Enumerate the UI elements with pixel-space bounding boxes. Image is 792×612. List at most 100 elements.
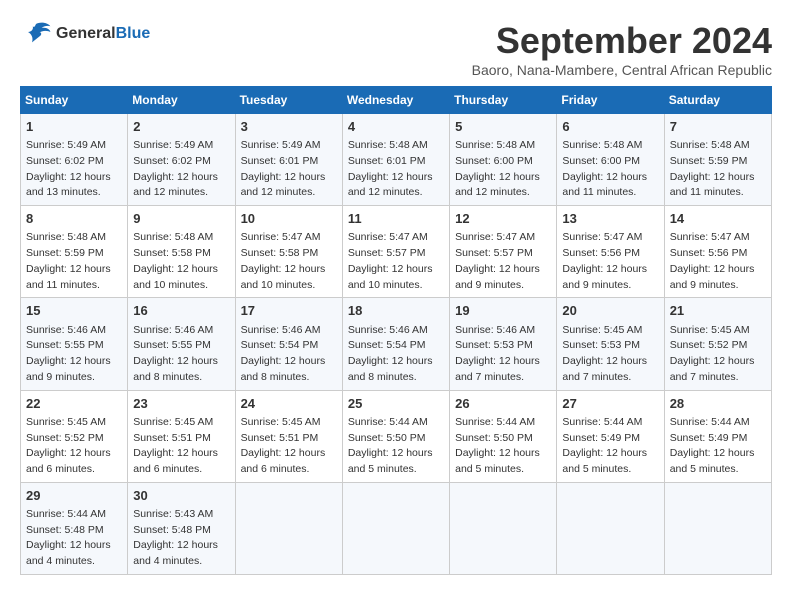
calendar-cell: [557, 482, 664, 574]
column-header-monday: Monday: [128, 87, 235, 114]
calendar-cell: [235, 482, 342, 574]
calendar-cell: 7 Sunrise: 5:48 AMSunset: 5:59 PMDaylight…: [664, 114, 771, 206]
day-info: Sunrise: 5:45 AMSunset: 5:52 PMDaylight:…: [670, 323, 766, 386]
calendar-cell: 28 Sunrise: 5:44 AMSunset: 5:49 PMDayligh…: [664, 390, 771, 482]
calendar-cell: 13Sunrise: 5:47 AMSunset: 5:56 PMDayligh…: [557, 206, 664, 298]
column-header-sunday: Sunday: [21, 87, 128, 114]
day-number: 19: [455, 302, 551, 320]
column-header-wednesday: Wednesday: [342, 87, 449, 114]
calendar-cell: 2 Sunrise: 5:49 AMSunset: 6:02 PMDaylight…: [128, 114, 235, 206]
column-header-tuesday: Tuesday: [235, 87, 342, 114]
day-number: 21: [670, 302, 766, 320]
day-info: Sunrise: 5:46 AMSunset: 5:54 PMDaylight:…: [241, 323, 337, 386]
day-number: 24: [241, 395, 337, 413]
day-number: 16: [133, 302, 229, 320]
calendar-cell: 9 Sunrise: 5:48 AMSunset: 5:58 PMDaylight…: [128, 206, 235, 298]
day-number: 11: [348, 210, 444, 228]
day-info: Sunrise: 5:46 AMSunset: 5:55 PMDaylight:…: [133, 323, 229, 386]
calendar-cell: 17 Sunrise: 5:46 AMSunset: 5:54 PMDayligh…: [235, 298, 342, 390]
column-header-thursday: Thursday: [450, 87, 557, 114]
logo-text: GeneralBlue: [56, 25, 150, 43]
day-info: Sunrise: 5:44 AMSunset: 5:50 PMDaylight:…: [455, 415, 551, 478]
calendar-week-row: 29 Sunrise: 5:44 AMSunset: 5:48 PMDayligh…: [21, 482, 772, 574]
day-number: 29: [26, 487, 122, 505]
calendar-cell: 21 Sunrise: 5:45 AMSunset: 5:52 PMDayligh…: [664, 298, 771, 390]
calendar-cell: 27 Sunrise: 5:44 AMSunset: 5:49 PMDayligh…: [557, 390, 664, 482]
day-info: Sunrise: 5:45 AMSunset: 5:53 PMDaylight:…: [562, 323, 658, 386]
calendar-week-row: 22 Sunrise: 5:45 AMSunset: 5:52 PMDayligh…: [21, 390, 772, 482]
day-number: 5: [455, 118, 551, 136]
day-number: 2: [133, 118, 229, 136]
calendar-cell: 29 Sunrise: 5:44 AMSunset: 5:48 PMDayligh…: [21, 482, 128, 574]
day-info: Sunrise: 5:49 AMSunset: 6:01 PMDaylight:…: [241, 138, 337, 201]
day-info: Sunrise: 5:48 AMSunset: 6:00 PMDaylight:…: [562, 138, 658, 201]
day-number: 20: [562, 302, 658, 320]
day-number: 12: [455, 210, 551, 228]
day-info: Sunrise: 5:48 AMSunset: 5:58 PMDaylight:…: [133, 230, 229, 293]
day-info: Sunrise: 5:44 AMSunset: 5:49 PMDaylight:…: [562, 415, 658, 478]
day-number: 9: [133, 210, 229, 228]
calendar-cell: 14 Sunrise: 5:47 AMSunset: 5:56 PMDayligh…: [664, 206, 771, 298]
day-number: 4: [348, 118, 444, 136]
day-number: 27: [562, 395, 658, 413]
calendar-cell: 6 Sunrise: 5:48 AMSunset: 6:00 PMDaylight…: [557, 114, 664, 206]
logo: GeneralBlue: [20, 20, 150, 48]
day-number: 25: [348, 395, 444, 413]
calendar-cell: 23Sunrise: 5:45 AMSunset: 5:51 PMDayligh…: [128, 390, 235, 482]
day-number: 8: [26, 210, 122, 228]
day-number: 15: [26, 302, 122, 320]
calendar-cell: 30 Sunrise: 5:43 AMSunset: 5:48 PMDayligh…: [128, 482, 235, 574]
day-info: Sunrise: 5:47 AMSunset: 5:56 PMDaylight:…: [670, 230, 766, 293]
day-info: Sunrise: 5:44 AMSunset: 5:49 PMDaylight:…: [670, 415, 766, 478]
calendar-cell: 12Sunrise: 5:47 AMSunset: 5:57 PMDayligh…: [450, 206, 557, 298]
calendar-header-row: SundayMondayTuesdayWednesdayThursdayFrid…: [21, 87, 772, 114]
day-info: Sunrise: 5:46 AMSunset: 5:54 PMDaylight:…: [348, 323, 444, 386]
day-number: 22: [26, 395, 122, 413]
day-info: Sunrise: 5:49 AMSunset: 6:02 PMDaylight:…: [133, 138, 229, 201]
day-number: 7: [670, 118, 766, 136]
day-info: Sunrise: 5:46 AMSunset: 5:53 PMDaylight:…: [455, 323, 551, 386]
day-number: 18: [348, 302, 444, 320]
day-info: Sunrise: 5:44 AMSunset: 5:48 PMDaylight:…: [26, 507, 122, 570]
day-info: Sunrise: 5:44 AMSunset: 5:50 PMDaylight:…: [348, 415, 444, 478]
day-info: Sunrise: 5:43 AMSunset: 5:48 PMDaylight:…: [133, 507, 229, 570]
page-header: GeneralBlue September 2024 Baoro, Nana-M…: [20, 20, 772, 78]
day-info: Sunrise: 5:48 AMSunset: 5:59 PMDaylight:…: [670, 138, 766, 201]
logo-icon: [20, 20, 52, 48]
day-info: Sunrise: 5:49 AMSunset: 6:02 PMDaylight:…: [26, 138, 122, 201]
column-header-saturday: Saturday: [664, 87, 771, 114]
day-number: 6: [562, 118, 658, 136]
day-info: Sunrise: 5:46 AMSunset: 5:55 PMDaylight:…: [26, 323, 122, 386]
calendar-cell: 19 Sunrise: 5:46 AMSunset: 5:53 PMDayligh…: [450, 298, 557, 390]
calendar-cell: 22 Sunrise: 5:45 AMSunset: 5:52 PMDayligh…: [21, 390, 128, 482]
day-number: 28: [670, 395, 766, 413]
day-number: 26: [455, 395, 551, 413]
day-number: 14: [670, 210, 766, 228]
column-header-friday: Friday: [557, 87, 664, 114]
day-info: Sunrise: 5:45 AMSunset: 5:51 PMDaylight:…: [241, 415, 337, 478]
day-info: Sunrise: 5:47 AMSunset: 5:57 PMDaylight:…: [348, 230, 444, 293]
day-number: 1: [26, 118, 122, 136]
day-info: Sunrise: 5:45 AMSunset: 5:52 PMDaylight:…: [26, 415, 122, 478]
day-number: 30: [133, 487, 229, 505]
calendar-table: SundayMondayTuesdayWednesdayThursdayFrid…: [20, 86, 772, 575]
day-number: 3: [241, 118, 337, 136]
title-section: September 2024 Baoro, Nana-Mambere, Cent…: [472, 20, 772, 78]
calendar-week-row: 15 Sunrise: 5:46 AMSunset: 5:55 PMDayligh…: [21, 298, 772, 390]
day-number: 17: [241, 302, 337, 320]
calendar-cell: 24 Sunrise: 5:45 AMSunset: 5:51 PMDayligh…: [235, 390, 342, 482]
calendar-cell: 4 Sunrise: 5:48 AMSunset: 6:01 PMDaylight…: [342, 114, 449, 206]
day-info: Sunrise: 5:47 AMSunset: 5:56 PMDaylight:…: [562, 230, 658, 293]
day-info: Sunrise: 5:48 AMSunset: 6:01 PMDaylight:…: [348, 138, 444, 201]
month-title: September 2024: [472, 20, 772, 62]
calendar-cell: 20 Sunrise: 5:45 AMSunset: 5:53 PMDayligh…: [557, 298, 664, 390]
calendar-cell: 8Sunrise: 5:48 AMSunset: 5:59 PMDaylight…: [21, 206, 128, 298]
calendar-cell: 25 Sunrise: 5:44 AMSunset: 5:50 PMDayligh…: [342, 390, 449, 482]
day-info: Sunrise: 5:47 AMSunset: 5:58 PMDaylight:…: [241, 230, 337, 293]
calendar-week-row: 1 Sunrise: 5:49 AMSunset: 6:02 PMDaylight…: [21, 114, 772, 206]
calendar-cell: 10Sunrise: 5:47 AMSunset: 5:58 PMDayligh…: [235, 206, 342, 298]
calendar-cell: 11 Sunrise: 5:47 AMSunset: 5:57 PMDayligh…: [342, 206, 449, 298]
day-number: 23: [133, 395, 229, 413]
calendar-cell: 15 Sunrise: 5:46 AMSunset: 5:55 PMDayligh…: [21, 298, 128, 390]
calendar-cell: 26 Sunrise: 5:44 AMSunset: 5:50 PMDayligh…: [450, 390, 557, 482]
